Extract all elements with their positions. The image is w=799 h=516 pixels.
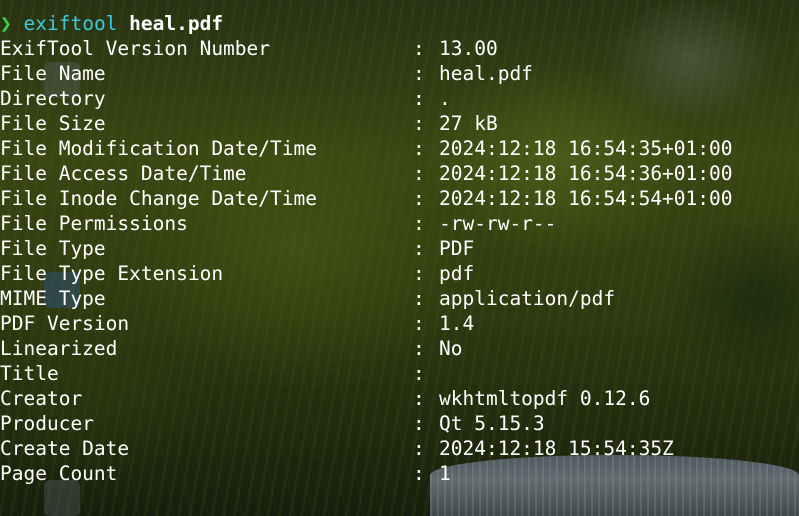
metadata-value: No xyxy=(439,337,463,360)
metadata-key: File Access Date/Time xyxy=(0,162,247,185)
metadata-value: 1.4 xyxy=(439,312,475,335)
metadata-value: 27 kB xyxy=(439,112,498,135)
metadata-value: heal.pdf xyxy=(439,62,533,85)
command-name: exiftool xyxy=(23,12,118,35)
metadata-key: Create Date xyxy=(0,437,130,460)
metadata-key: File Permissions xyxy=(0,212,188,235)
metadata-value: 2024:12:18 16:54:36+01:00 xyxy=(439,162,733,185)
metadata-separator: : xyxy=(413,287,425,310)
metadata-value: 2024:12:18 15:54:35Z xyxy=(439,437,674,460)
metadata-value: application/pdf xyxy=(439,287,616,310)
metadata-value: -rw-rw-r-- xyxy=(439,212,557,235)
metadata-separator: : xyxy=(413,162,425,185)
metadata-separator: : xyxy=(413,262,425,285)
metadata-key: File Type xyxy=(0,237,106,260)
metadata-separator: : xyxy=(413,437,425,460)
metadata-value: Qt 5.15.3 xyxy=(439,412,545,435)
metadata-separator: : xyxy=(413,362,425,385)
metadata-key: PDF Version xyxy=(0,312,130,335)
metadata-value: PDF xyxy=(439,237,475,260)
metadata-separator: : xyxy=(413,412,425,435)
metadata-separator: : xyxy=(413,387,425,410)
metadata-separator: : xyxy=(413,37,425,60)
metadata-separator: : xyxy=(413,212,425,235)
metadata-key: Page Count xyxy=(0,462,118,485)
metadata-separator: : xyxy=(413,137,425,160)
metadata-value: . xyxy=(439,87,451,110)
metadata-key: File Name xyxy=(0,62,106,85)
metadata-key: Linearized xyxy=(0,337,118,360)
metadata-key: MIME Type xyxy=(0,287,106,310)
metadata-key: File Type Extension xyxy=(0,262,224,285)
terminal-window[interactable]: ❯ exiftool heal.pdf ExifTool Version Num… xyxy=(0,0,799,516)
metadata-value: 2024:12:18 16:54:54+01:00 xyxy=(439,187,733,210)
metadata-key: Producer xyxy=(0,412,94,435)
metadata-separator: : xyxy=(413,187,425,210)
metadata-value: wkhtmltopdf 0.12.6 xyxy=(439,387,651,410)
metadata-value: 13.00 xyxy=(439,37,498,60)
metadata-separator: : xyxy=(413,312,425,335)
metadata-key: File Inode Change Date/Time xyxy=(0,187,317,210)
metadata-separator: : xyxy=(413,337,425,360)
metadata-separator: : xyxy=(413,87,425,110)
metadata-key: ExifTool Version Number xyxy=(0,37,271,60)
command-argument: heal.pdf xyxy=(129,12,224,35)
metadata-key: File Modification Date/Time xyxy=(0,137,317,160)
metadata-separator: : xyxy=(413,237,425,260)
metadata-separator: : xyxy=(413,112,425,135)
prompt-chevron-icon: ❯ xyxy=(0,12,12,35)
metadata-key: Directory xyxy=(0,87,106,110)
metadata-key: Title xyxy=(0,362,59,385)
metadata-value: 2024:12:18 16:54:35+01:00 xyxy=(439,137,733,160)
metadata-separator: : xyxy=(413,462,425,485)
metadata-value: 1 xyxy=(439,462,451,485)
metadata-separator: : xyxy=(413,62,425,85)
metadata-value: pdf xyxy=(439,262,475,285)
command-prompt-line: ❯ exiftool heal.pdf xyxy=(0,11,223,36)
metadata-key: File Size xyxy=(0,112,106,135)
metadata-key: Creator xyxy=(0,387,83,410)
